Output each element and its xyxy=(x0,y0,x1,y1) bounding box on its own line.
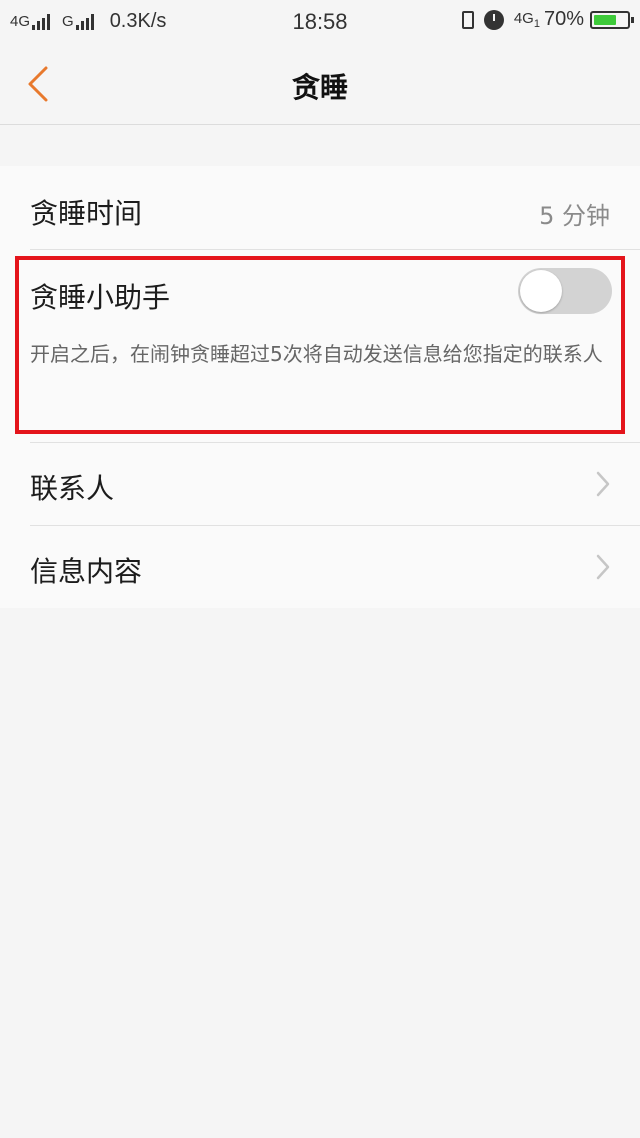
toggle-knob xyxy=(520,270,562,312)
network-type-3-sub: 1 xyxy=(533,17,540,30)
snooze-assistant-description: 开启之后，在闹钟贪睡超过5次将自动发送信息给您指定的联系人 xyxy=(30,342,603,366)
network-type-3: 4G1 xyxy=(514,10,540,30)
navigation-bar: 贪睡 xyxy=(0,44,640,125)
message-content-row[interactable]: 信息内容 xyxy=(0,526,640,608)
status-bar: 4G G 0.3K/s 18:58 4G1 70% xyxy=(0,0,640,44)
snooze-assistant-label: 贪睡小助手 xyxy=(30,281,171,314)
vibrate-icon xyxy=(461,10,474,29)
battery-icon xyxy=(590,10,634,29)
snooze-time-label: 贪睡时间 xyxy=(30,197,143,230)
settings-list: 贪睡时间 5 分钟 贪睡小助手 开启之后，在闹钟贪睡超过5次将自动发送信息给您指… xyxy=(0,166,640,608)
message-content-label: 信息内容 xyxy=(30,555,143,588)
chevron-right-icon xyxy=(596,554,610,580)
battery-percent: 70% xyxy=(543,8,584,30)
snooze-assistant-toggle[interactable] xyxy=(518,268,612,314)
status-right: 4G1 70% xyxy=(461,8,634,31)
snooze-time-value: 5 分钟 xyxy=(539,202,610,230)
chevron-right-icon xyxy=(596,471,610,497)
network-type-3-label: 4G xyxy=(513,9,534,27)
contacts-row[interactable]: 联系人 xyxy=(0,443,640,526)
battery-level xyxy=(594,14,617,25)
alarm-clock-icon xyxy=(483,9,504,30)
contacts-label: 联系人 xyxy=(30,472,115,505)
snooze-time-row[interactable]: 贪睡时间 5 分钟 xyxy=(0,166,640,249)
page-title: 贪睡 xyxy=(291,71,348,104)
